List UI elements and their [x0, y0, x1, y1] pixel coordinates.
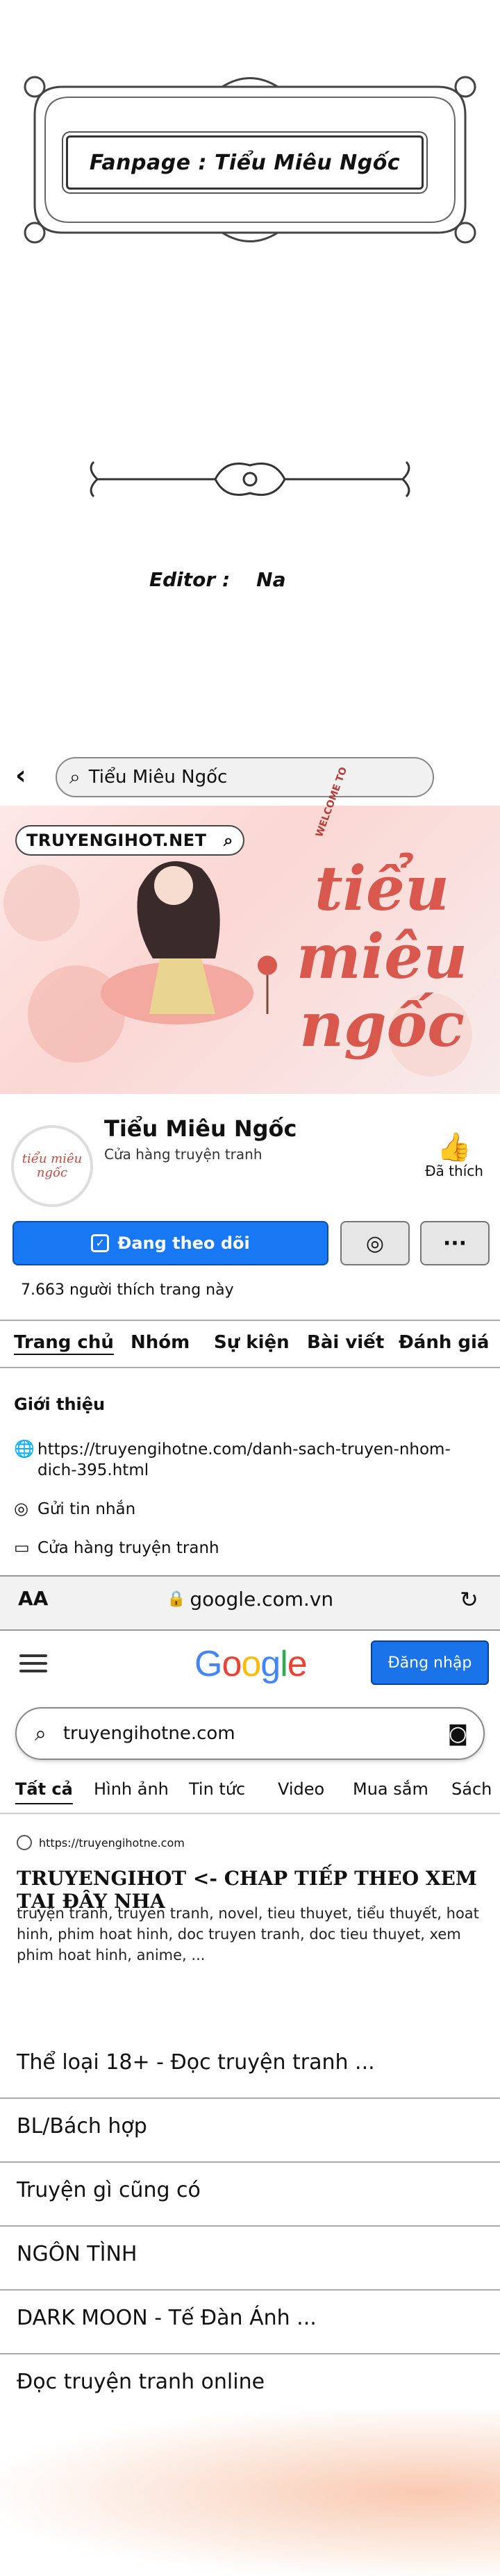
check-icon: ✓: [91, 1234, 110, 1252]
sitelink[interactable]: Truyện gì cũng có: [17, 2178, 201, 2202]
intro-message: Gửi tin nhắn: [38, 1500, 136, 1518]
editor-value: Na: [256, 568, 286, 591]
text-size-button[interactable]: AA: [18, 1587, 48, 1610]
tab-reviews[interactable]: Đánh giá: [399, 1332, 489, 1353]
result-url[interactable]: https://truyengihotne.com: [17, 1835, 185, 1850]
page-name: Tiểu Miêu Ngốc: [104, 1115, 297, 1142]
fb-search-bar[interactable]: ⌕ Tiểu Miêu Ngốc: [56, 757, 434, 797]
avatar-text: tiểu miêu ngốc: [22, 1152, 83, 1180]
url-text: google.com.vn: [190, 1588, 334, 1611]
google-search-value: truyengihotne.com: [62, 1723, 235, 1744]
intro-shop-row: ▭ Cửa hàng truyện tranh: [14, 1538, 468, 1559]
result-snippet: truyện tranh, truyen tranh, novel, tieu …: [17, 1905, 479, 1963]
menu-icon[interactable]: [19, 1650, 47, 1677]
gtab-images[interactable]: Hình ảnh: [94, 1779, 169, 1799]
ornament-divider-icon: [90, 460, 410, 498]
fanpage-text: Fanpage : Tiểu Miêu Ngốc: [89, 150, 401, 175]
fb-search-value: Tiểu Miêu Ngốc: [88, 767, 228, 788]
gtab-shopping[interactable]: Mua sắm: [353, 1779, 428, 1799]
sign-in-button[interactable]: Đăng nhập: [371, 1640, 489, 1685]
intro-link[interactable]: https://truyengihotne.com/danh-sach-truy…: [38, 1439, 468, 1481]
tab-events[interactable]: Sự kiện: [214, 1332, 290, 1353]
intro-heading: Giới thiệu: [14, 1395, 106, 1414]
messenger-icon: ◎: [14, 1499, 28, 1518]
sitelink[interactable]: BL/Bách hợp: [17, 2114, 147, 2138]
tab-groups[interactable]: Nhóm: [131, 1332, 190, 1353]
reload-icon[interactable]: ↻: [460, 1586, 478, 1613]
more-icon: ···: [442, 1231, 467, 1256]
page-category: Cửa hàng truyện tranh: [104, 1146, 262, 1163]
follow-button[interactable]: ✓ Đang theo dõi: [12, 1221, 328, 1265]
gtab-video[interactable]: Video: [278, 1779, 324, 1799]
cover-watermark: TRUYENGIHOT.NET ⌕: [15, 825, 244, 856]
cover-watermark-text: TRUYENGIHOT.NET: [26, 831, 207, 850]
sitelink[interactable]: Đọc truyện tranh online: [17, 2370, 265, 2394]
address-field[interactable]: 🔒 google.com.vn: [167, 1588, 333, 1611]
favicon-icon: [17, 1835, 32, 1850]
back-icon[interactable]: ‹: [15, 762, 26, 788]
gtab-news[interactable]: Tin tức: [189, 1779, 245, 1799]
google-search-input[interactable]: ⌕ truyengihotne.com ◙: [15, 1707, 485, 1760]
camera-icon[interactable]: ◙: [448, 1722, 468, 1746]
like-label: Đã thích: [425, 1163, 483, 1179]
editor-label: Editor :: [149, 568, 231, 591]
more-button[interactable]: ···: [420, 1221, 490, 1265]
thumbs-up-icon: 👍: [437, 1131, 472, 1163]
search-icon: ⌕: [69, 765, 81, 788]
likes-count: 7.663 người thích trang này: [21, 1281, 234, 1299]
cover-title: tiểu miêu ngốc: [296, 852, 468, 1061]
messenger-button[interactable]: ◎: [340, 1221, 410, 1265]
bottom-decoration: [0, 2410, 500, 2576]
tab-home[interactable]: Trang chủ: [14, 1332, 114, 1353]
intro-shop: Cửa hàng truyện tranh: [38, 1539, 219, 1557]
tab-posts[interactable]: Bài viết: [307, 1332, 384, 1353]
intro-link-row[interactable]: 🌐 https://truyengihotne.com/danh-sach-tr…: [14, 1439, 468, 1481]
intro-message-row[interactable]: ◎ Gửi tin nhắn: [14, 1499, 468, 1520]
globe-icon: 🌐: [14, 1439, 35, 1459]
editor-credit: Editor : Na: [149, 568, 285, 591]
result-url-text: https://truyengihotne.com: [39, 1836, 185, 1850]
follow-label: Đang theo dõi: [117, 1233, 250, 1253]
fanpage-box: Fanpage : Tiểu Miêu Ngốc: [66, 135, 424, 190]
sitelink[interactable]: NGÔN TÌNH: [17, 2242, 137, 2266]
page-avatar[interactable]: tiểu miêu ngốc: [11, 1125, 93, 1207]
like-button[interactable]: 👍 Đã thích: [419, 1132, 489, 1179]
google-logo[interactable]: Google: [194, 1643, 308, 1685]
sitelink[interactable]: DARK MOON - Tế Đàn Ánh ...: [17, 2306, 317, 2330]
sitelink[interactable]: Thể loại 18+ - Đọc truyện tranh ...: [17, 2050, 375, 2075]
shop-icon: ▭: [14, 1538, 30, 1557]
search-icon: ⌕: [224, 831, 233, 850]
gtab-all[interactable]: Tất cả: [15, 1779, 73, 1799]
messenger-icon: ◎: [365, 1231, 385, 1256]
gtab-books[interactable]: Sách: [451, 1779, 492, 1799]
lock-icon: 🔒: [167, 1590, 186, 1608]
search-icon: ⌕: [35, 1721, 47, 1746]
